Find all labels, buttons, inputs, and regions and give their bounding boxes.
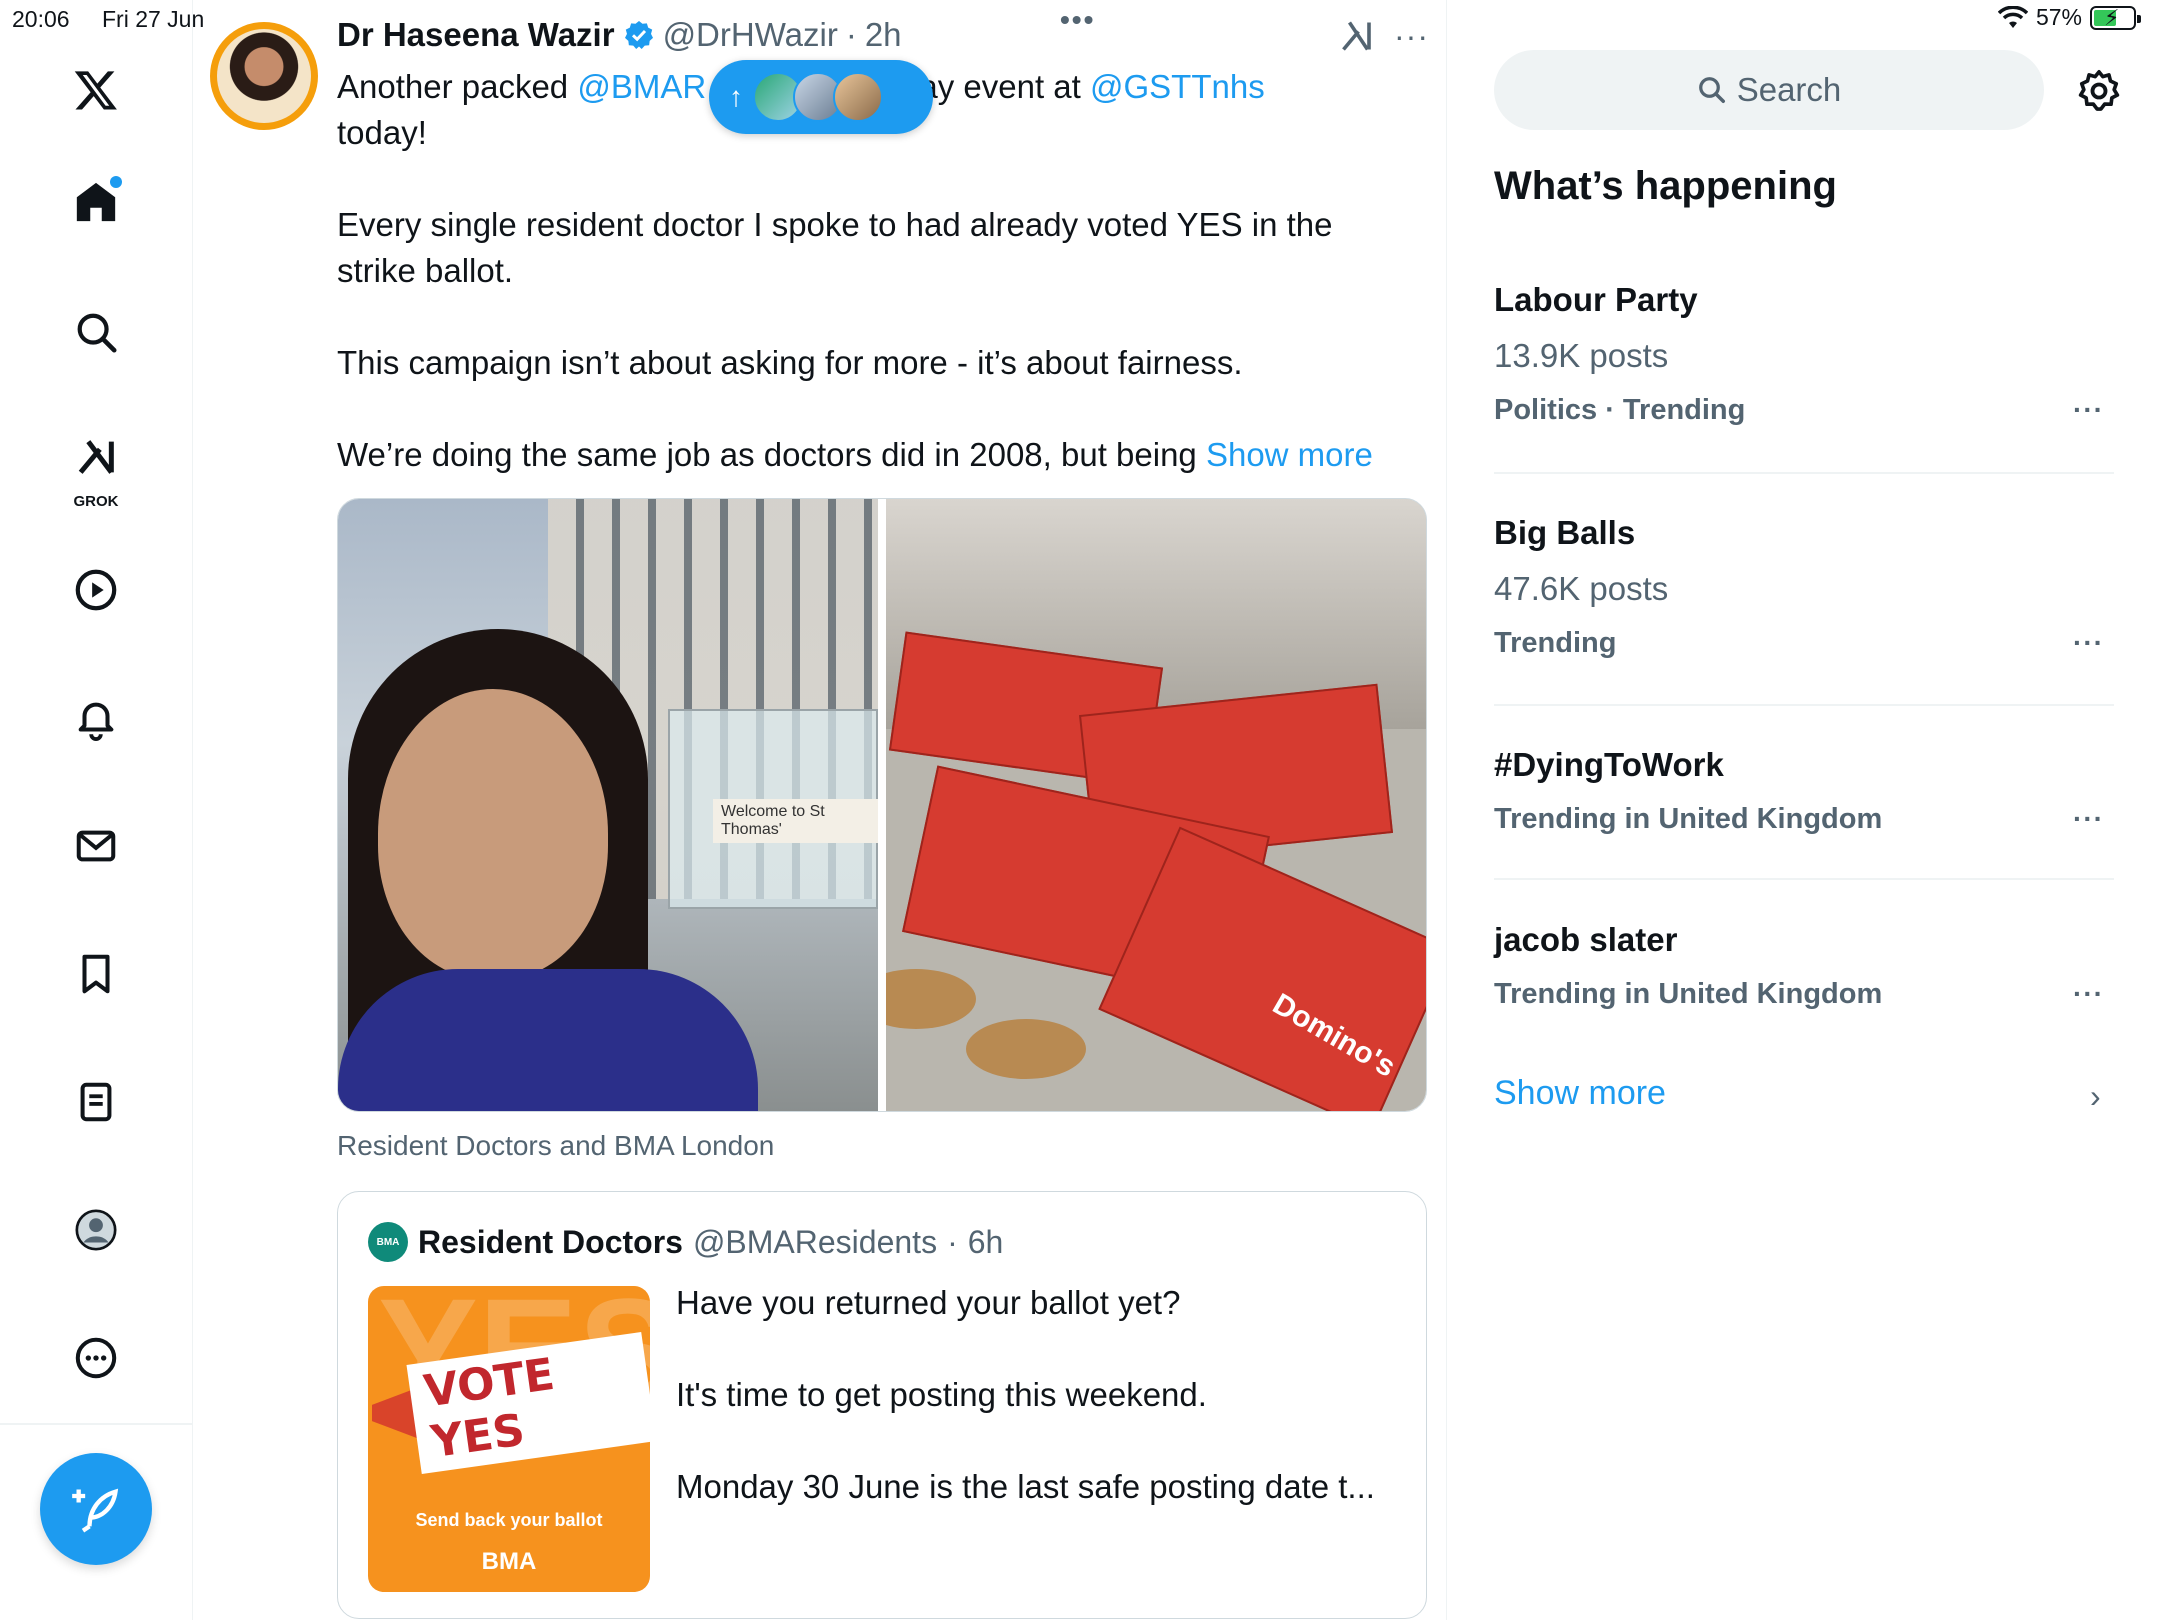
quote-avatar: BMA <box>368 1222 408 1262</box>
quoted-tweet[interactable]: BMA Resident Doctors @BMAResidents · 6h … <box>337 1191 1427 1619</box>
author-name[interactable]: Dr Haseena Wazir <box>337 16 615 54</box>
trend-more-icon[interactable]: ··· <box>2073 627 2104 659</box>
media-photo-selfie[interactable]: Welcome to St Thomas' <box>338 499 878 1111</box>
bma-logo: BMA <box>481 1548 537 1575</box>
tweet-para4: We’re doing the same job as doctors did … <box>337 436 1206 473</box>
quote-p3: Monday 30 June is the last safe posting … <box>676 1468 1375 1505</box>
chevron-right-icon[interactable]: › <box>2090 1078 2101 1115</box>
search-placeholder: Search <box>1736 71 1842 108</box>
settings-gear-icon[interactable] <box>2076 68 2122 114</box>
lists-icon[interactable] <box>56 1062 136 1142</box>
pill-avatar <box>833 72 883 122</box>
tweet-media[interactable]: Welcome to St Thomas' Domino's <box>337 498 1427 1112</box>
verified-badge-icon <box>624 21 653 49</box>
trend-item[interactable]: Big Balls 47.6K posts Trending ··· <box>1494 513 2114 661</box>
tweet-more-icon[interactable]: ··· <box>1394 18 1429 55</box>
trend-divider <box>1494 878 2114 880</box>
trend-title: #DyingToWork <box>1494 746 1724 783</box>
trend-more-icon[interactable]: ··· <box>2073 978 2104 1010</box>
trend-item[interactable]: #DyingToWork Trending in United Kingdom … <box>1494 745 2114 837</box>
trend-title: Labour Party <box>1494 281 1698 318</box>
x-logo-icon[interactable] <box>56 50 136 130</box>
trend-title: jacob slater <box>1494 921 1678 958</box>
trend-title: Big Balls <box>1494 514 1636 551</box>
trend-more-icon[interactable]: ··· <box>2073 394 2104 426</box>
notification-dot <box>110 176 122 188</box>
author-avatar[interactable] <box>210 22 318 130</box>
right-sidebar: Search What’s happening Labour Party 13.… <box>1448 0 2160 1620</box>
tweet-para2: Every single resident doctor I spoke to … <box>337 206 1333 289</box>
home-icon[interactable] <box>56 162 136 242</box>
whats-happening-title: What’s happening <box>1494 164 1837 208</box>
quote-author-handle: @BMAResidents <box>692 1223 938 1260</box>
trend-category: Trending in United Kingdom <box>1494 803 1883 835</box>
tweet-header: Dr Haseena Wazir @DrHWazir · 2h <box>337 16 902 54</box>
trend-divider <box>1494 472 2114 474</box>
quote-p1: Have you returned your ballot yet? <box>676 1284 1181 1321</box>
trend-category: Politics · Trending <box>1494 394 1746 426</box>
send-ballot-text: Send back your ballot <box>415 1510 603 1530</box>
trend-divider <box>1494 704 2114 706</box>
search-icon <box>1698 77 1725 103</box>
grok-icon[interactable]: GROK <box>56 420 136 512</box>
show-more-trends-link[interactable]: Show more <box>1494 1074 1666 1113</box>
show-more-link[interactable]: Show more <box>1206 436 1373 473</box>
trend-posts: 13.9K posts <box>1494 337 1669 374</box>
bookmarks-icon[interactable] <box>56 934 136 1014</box>
trend-posts: 47.6K posts <box>1494 570 1669 607</box>
tweet-text-start: Another packed <box>337 68 578 105</box>
nav-divider <box>0 1423 193 1425</box>
more-icon[interactable] <box>56 1318 136 1398</box>
notifications-icon[interactable] <box>56 678 136 758</box>
photo-sign-text: Welcome to St Thomas' <box>713 799 878 843</box>
profile-icon[interactable] <box>56 1190 136 1270</box>
grok-label: GROK <box>73 493 119 510</box>
compose-button[interactable] <box>40 1453 152 1565</box>
quote-time: 6h <box>967 1223 1004 1260</box>
search-icon[interactable] <box>56 292 136 372</box>
trend-more-icon[interactable]: ··· <box>2073 803 2104 835</box>
author-handle[interactable]: @DrHWazir <box>663 16 838 54</box>
tweet-time[interactable]: 2h <box>865 16 902 54</box>
tweet-line2: today! <box>337 114 427 151</box>
tweet-para3: This campaign isn’t about asking for mor… <box>337 344 1243 381</box>
left-navigation: GROK <box>0 0 193 1620</box>
mention-gsttnhs[interactable]: @GSTTnhs <box>1090 68 1265 105</box>
media-photo-pizza-boxes[interactable]: Domino's <box>886 499 1426 1111</box>
search-input[interactable]: Search <box>1494 50 2044 130</box>
compose-icon <box>72 1488 119 1533</box>
arrow-up-icon: ↑ <box>729 81 743 112</box>
messages-icon[interactable] <box>56 806 136 886</box>
media-caption[interactable]: Resident Doctors and BMA London <box>337 1130 774 1162</box>
trend-category: Trending in United Kingdom <box>1494 978 1883 1010</box>
trend-item[interactable]: jacob slater Trending in United Kingdom … <box>1494 920 2114 1012</box>
grok-explain-icon[interactable] <box>1339 18 1375 54</box>
quote-header: BMA Resident Doctors @BMAResidents · 6h <box>368 1222 1003 1262</box>
mention-bmar[interactable]: @BMAR <box>577 68 706 105</box>
quote-text: Have you returned your ballot yet? It's … <box>676 1280 1406 1556</box>
video-icon[interactable] <box>56 550 136 630</box>
dot-separator: · <box>845 16 857 53</box>
quote-image[interactable]: YES VOTE YES Send back your ballot BMA <box>368 1286 650 1592</box>
quote-author-name: Resident Doctors <box>418 1223 683 1260</box>
new-posts-pill[interactable]: ↑ <box>709 60 933 134</box>
main-feed: Dr Haseena Wazir @DrHWazir · 2h ··· Anot… <box>194 0 1447 1620</box>
quote-p2: It's time to get posting this weekend. <box>676 1376 1207 1413</box>
trend-item[interactable]: Labour Party 13.9K posts Politics · Tren… <box>1494 280 2114 428</box>
trend-category: Trending <box>1494 627 1617 659</box>
